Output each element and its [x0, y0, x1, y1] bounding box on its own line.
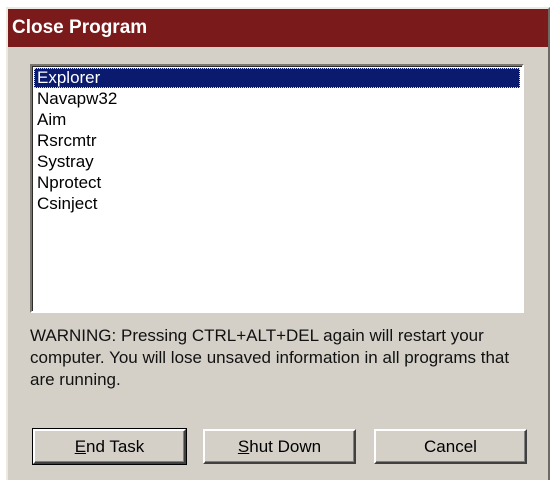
list-item-rsrcmtr[interactable]: Rsrcmtr [34, 131, 520, 151]
list-item-systray[interactable]: Systray [34, 152, 520, 172]
end-task-button[interactable]: End Task [32, 428, 187, 465]
list-item-explorer[interactable]: Explorer [34, 68, 520, 88]
shut-down-label: hut Down [249, 437, 322, 456]
warning-message: WARNING: Pressing CTRL+ALT+DEL again wil… [30, 326, 510, 389]
process-listbox[interactable]: Explorer Navapw32 Aim Rsrcmtr Systray Np… [30, 64, 524, 313]
end-task-mnemonic: E [74, 437, 87, 456]
list-item-nprotect[interactable]: Nprotect [34, 173, 520, 193]
close-program-dialog: Close Program Explorer Navapw32 Aim Rsrc… [6, 7, 550, 480]
process-list: Explorer Navapw32 Aim Rsrcmtr Systray Np… [34, 68, 520, 215]
shut-down-mnemonic: S [237, 437, 250, 456]
list-item-aim[interactable]: Aim [34, 110, 520, 130]
cancel-button[interactable]: Cancel [374, 429, 527, 464]
list-item-csinject[interactable]: Csinject [34, 194, 520, 214]
list-item-navapw32[interactable]: Navapw32 [34, 89, 520, 109]
shut-down-button[interactable]: Shut Down [203, 429, 356, 464]
dialog-title: Close Program [8, 9, 548, 47]
end-task-label: nd Task [86, 437, 145, 456]
